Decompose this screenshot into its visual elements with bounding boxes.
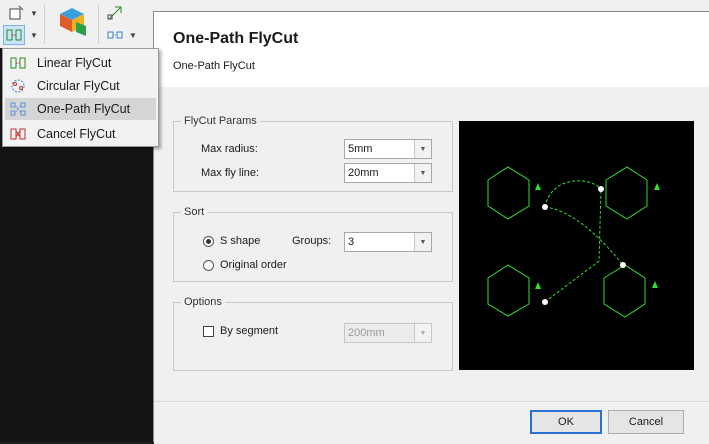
cancel-flycut-icon	[9, 126, 27, 142]
direction-arrow	[654, 183, 660, 190]
one-path-flycut-icon	[9, 101, 27, 117]
flycut-preview	[459, 121, 694, 370]
segment-length-value: 200mm	[348, 327, 385, 339]
menu-item-circular-flycut[interactable]: Circular FlyCut	[5, 75, 156, 97]
groups-combo[interactable]: 3 ▼	[344, 232, 432, 252]
max-radius-combo[interactable]: 5mm ▼	[344, 139, 432, 159]
dialog-header: One-Path FlyCut One-Path FlyCut	[154, 12, 709, 87]
part-shape	[603, 264, 646, 318]
direction-arrow	[535, 282, 541, 289]
fly-line	[544, 206, 624, 266]
pierce-point	[542, 299, 548, 305]
flycut-preview-drawing	[487, 166, 660, 318]
flycut-dropdown-chevron-icon[interactable]: ▼	[29, 25, 39, 45]
max-fly-line-combo[interactable]: 20mm ▼	[344, 163, 432, 183]
part-shape	[487, 166, 530, 220]
s-shape-label: S shape	[220, 235, 261, 247]
sort-legend: Sort	[184, 206, 205, 218]
pierce-point	[598, 186, 604, 192]
chevron-down-icon[interactable]: ▼	[29, 3, 39, 23]
circular-flycut-icon	[9, 78, 27, 94]
max-radius-label: Max radius:	[201, 143, 258, 155]
original-order-label: Original order	[220, 259, 287, 271]
original-order-radio[interactable]	[203, 260, 214, 271]
groups-value: 3	[348, 236, 355, 248]
max-fly-line-label: Max fly line:	[201, 167, 260, 179]
pierce-point	[542, 204, 548, 210]
chevron-down-icon[interactable]: ▼	[414, 164, 431, 182]
dialog-title: One-Path FlyCut	[173, 30, 299, 47]
options-legend: Options	[184, 296, 222, 308]
pierce-point	[620, 262, 626, 268]
menu-item-cancel-flycut[interactable]: Cancel FlyCut	[5, 123, 156, 145]
part-shape	[487, 264, 530, 317]
menu-item-label: Linear FlyCut	[37, 56, 112, 70]
chevron-down-icon[interactable]: ▼	[414, 233, 431, 251]
array-icon[interactable]	[104, 3, 126, 23]
cancel-button[interactable]: Cancel	[608, 410, 684, 434]
menu-item-one-path-flycut[interactable]: One-Path FlyCut	[5, 98, 156, 120]
distribute-chevron-icon[interactable]: ▼	[128, 25, 138, 45]
groups-label: Groups:	[292, 235, 332, 247]
menu-item-label: One-Path FlyCut	[37, 102, 131, 116]
s-shape-radio[interactable]	[203, 236, 214, 247]
flycut-menu: Linear FlyCut Circular FlyCut One-Path F…	[2, 48, 159, 147]
segment-length-combo: 200mm ▼	[344, 323, 432, 343]
by-segment-checkbox[interactable]	[203, 326, 214, 337]
flycut-params-legend: FlyCut Params	[184, 115, 257, 127]
part-shape	[605, 166, 648, 220]
one-path-flycut-dialog: One-Path FlyCut One-Path FlyCut FlyCut P…	[153, 11, 709, 444]
by-segment-label: By segment	[220, 325, 279, 337]
dialog-footer: OK Cancel	[154, 401, 709, 444]
flycut-button[interactable]	[3, 25, 25, 45]
distribute-icon[interactable]	[104, 25, 126, 45]
menu-item-label: Circular FlyCut	[37, 79, 120, 93]
max-radius-value: 5mm	[348, 143, 373, 155]
chevron-down-icon[interactable]: ▼	[414, 140, 431, 158]
direction-arrow	[535, 183, 541, 190]
menu-item-label: Cancel FlyCut	[37, 127, 116, 141]
fly-line	[544, 188, 602, 303]
select-tool-icon[interactable]	[5, 3, 27, 23]
direction-arrow	[652, 281, 658, 288]
chevron-down-icon: ▼	[414, 324, 431, 342]
linear-flycut-icon	[9, 55, 27, 71]
fly-arc	[544, 180, 602, 208]
dialog-subtitle: One-Path FlyCut	[173, 60, 255, 72]
ok-button[interactable]: OK	[530, 410, 602, 434]
max-fly-line-value: 20mm	[348, 167, 379, 179]
menu-item-linear-flycut[interactable]: Linear FlyCut	[5, 52, 156, 74]
nest-icon[interactable]	[54, 6, 90, 43]
